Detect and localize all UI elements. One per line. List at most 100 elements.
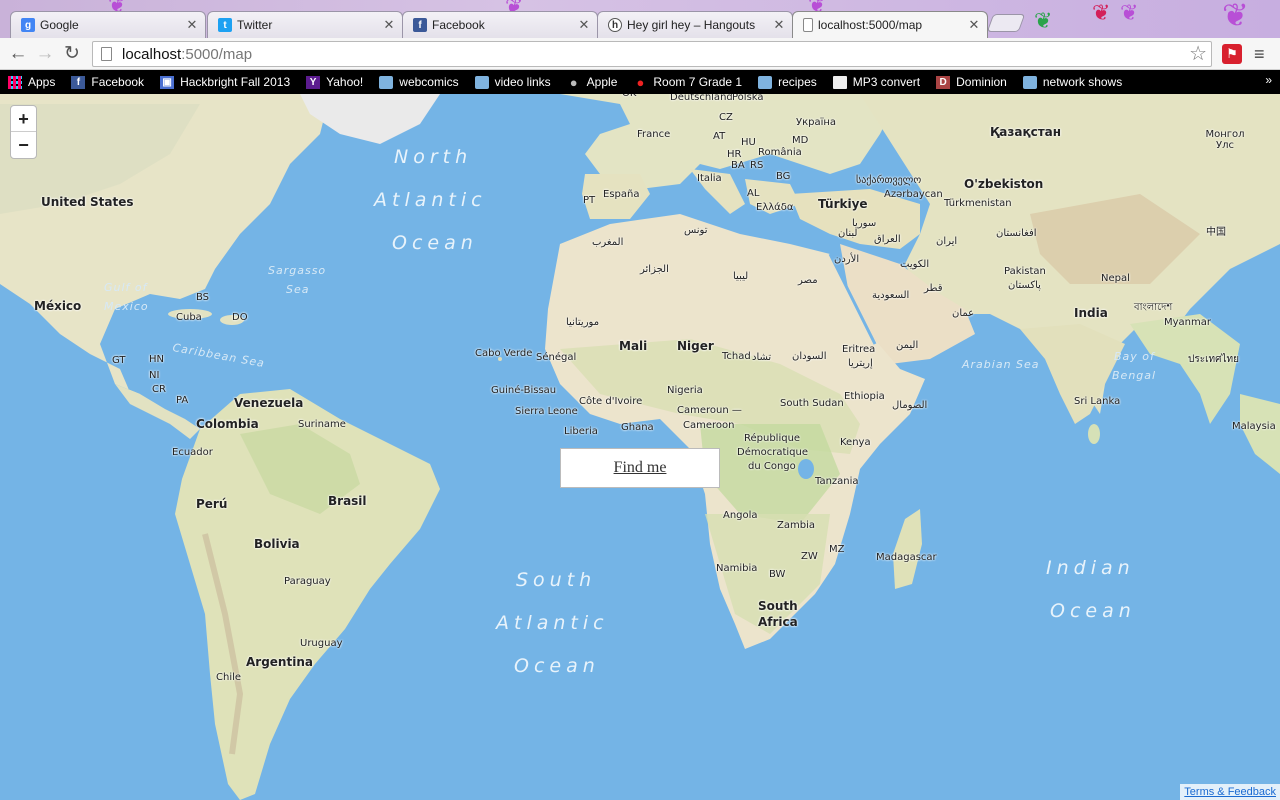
place-label: Україна bbox=[796, 117, 837, 128]
place-label: Azərbaycan bbox=[884, 189, 943, 200]
close-icon[interactable]: ✕ bbox=[577, 17, 591, 33]
place-label: Angola bbox=[723, 510, 758, 521]
bookmark-apple[interactable]: ● Apple bbox=[567, 74, 618, 90]
place-label: CR bbox=[152, 384, 166, 395]
place-label: Kenya bbox=[840, 437, 871, 448]
tab-google[interactable]: g Google ✕ bbox=[10, 11, 206, 38]
place-label: România bbox=[758, 147, 802, 158]
tab-label: Google bbox=[40, 18, 79, 32]
place-label: الكويت bbox=[900, 259, 930, 270]
place-label: South bbox=[758, 599, 798, 613]
bookmark-dominion[interactable]: D Dominion bbox=[936, 75, 1007, 89]
bookmark-label: Facebook bbox=[91, 75, 145, 89]
place-label: du Congo bbox=[748, 461, 796, 472]
place-label: MZ bbox=[829, 544, 845, 555]
place-label: Nepal bbox=[1101, 273, 1130, 284]
bookmark-facebook[interactable]: f Facebook bbox=[71, 75, 144, 89]
tab-twitter[interactable]: t Twitter ✕ bbox=[207, 11, 403, 38]
zoom-in-button[interactable]: + bbox=[11, 106, 36, 132]
bookmark-label: Apps bbox=[28, 75, 56, 89]
bookmark-recipes[interactable]: recipes bbox=[758, 75, 817, 89]
folder-icon bbox=[474, 75, 489, 89]
tab-hangouts[interactable]: h Hey girl hey – Hangouts ✕ bbox=[597, 11, 793, 38]
place-label: México bbox=[34, 299, 82, 313]
apps-icon bbox=[8, 75, 22, 89]
place-label: Guiné-Bissau bbox=[491, 385, 557, 396]
close-icon[interactable]: ✕ bbox=[772, 17, 786, 33]
place-label: Bolivia bbox=[254, 537, 300, 551]
ocean-label: North bbox=[394, 146, 473, 168]
tab-localhost-map[interactable]: localhost:5000/map ✕ bbox=[792, 11, 988, 38]
place-label: AL bbox=[747, 188, 760, 199]
bookmark-apps[interactable]: Apps bbox=[8, 75, 55, 89]
new-tab-button[interactable] bbox=[986, 14, 1026, 32]
place-label: پاکستان bbox=[1008, 280, 1041, 291]
place-label: Argentina bbox=[246, 655, 313, 669]
page-icon bbox=[803, 18, 813, 32]
bookmark-yahoo[interactable]: Y Yahoo! bbox=[306, 75, 363, 89]
place-label: Türkiye bbox=[818, 197, 868, 211]
butterfly-decoration-icon: ❦ bbox=[1222, 0, 1249, 33]
bookmark-label: Room 7 Grade 1 bbox=[653, 75, 743, 89]
yahoo-icon: Y bbox=[306, 75, 321, 89]
menu-icon[interactable]: ≡ bbox=[1254, 44, 1272, 64]
bookmark-network-shows[interactable]: network shows bbox=[1022, 75, 1122, 89]
bookmark-webcomics[interactable]: webcomics bbox=[379, 75, 459, 89]
bookmark-label: Hackbright Fall 2013 bbox=[180, 75, 291, 89]
place-label: Cameroun — bbox=[677, 405, 742, 416]
place-label: Mali bbox=[619, 339, 648, 353]
place-label: Монгол Улс bbox=[1205, 129, 1245, 151]
place-label: Malaysia bbox=[1232, 421, 1276, 432]
close-icon[interactable]: ✕ bbox=[185, 17, 199, 33]
apple-icon: ● bbox=[569, 74, 578, 90]
place-label: اليمن bbox=[896, 340, 919, 351]
zoom-out-button[interactable]: − bbox=[11, 132, 36, 158]
close-icon[interactable]: ✕ bbox=[967, 17, 981, 33]
place-label: Ethiopia bbox=[844, 391, 885, 402]
back-arrow-icon[interactable]: ← bbox=[6, 42, 30, 66]
place-label: BG bbox=[776, 171, 791, 182]
place-label: Zambia bbox=[777, 520, 815, 531]
place-label: ZW bbox=[801, 551, 818, 562]
place-label: الأردن bbox=[834, 254, 860, 265]
place-label: Deutschland bbox=[670, 94, 733, 103]
reload-icon[interactable]: ↻ bbox=[60, 42, 84, 66]
ocean-label: Ocean bbox=[1050, 600, 1136, 622]
place-label: PA bbox=[176, 395, 189, 406]
forward-arrow-icon[interactable]: → bbox=[33, 42, 57, 66]
close-icon[interactable]: ✕ bbox=[382, 17, 396, 33]
chevron-right-icon[interactable]: » bbox=[1265, 73, 1272, 87]
sea-label: Bay of bbox=[1114, 350, 1155, 363]
bookmark-mp3-convert[interactable]: MP3 convert bbox=[832, 75, 920, 89]
place-label: Қазақстан bbox=[990, 125, 1062, 139]
place-label: South Sudan bbox=[780, 398, 844, 409]
find-me-button[interactable]: Find me bbox=[560, 448, 720, 488]
bookmark-room7[interactable]: ● Room 7 Grade 1 bbox=[633, 75, 743, 90]
extension-flag-icon[interactable]: ⚑ bbox=[1222, 44, 1242, 64]
bookmark-hackbright[interactable]: ▣ Hackbright Fall 2013 bbox=[160, 75, 290, 89]
bookmark-star-icon[interactable]: ☆ bbox=[1189, 42, 1207, 66]
address-bar[interactable]: localhost:5000/map ☆ bbox=[92, 41, 1212, 67]
bookmark-label: webcomics bbox=[399, 75, 459, 89]
place-label: Cabo Verde bbox=[475, 348, 533, 359]
zoom-control: + − bbox=[10, 105, 37, 159]
dominion-icon: D bbox=[936, 75, 951, 89]
terms-feedback-link[interactable]: Terms & Feedback bbox=[1180, 784, 1280, 800]
place-label: Perú bbox=[196, 497, 228, 511]
place-label: العراق bbox=[874, 234, 901, 245]
place-label: Polska bbox=[732, 94, 764, 103]
tab-label: Twitter bbox=[237, 18, 273, 32]
tab-facebook[interactable]: f Facebook ✕ bbox=[402, 11, 598, 38]
bookmark-label: video links bbox=[494, 75, 551, 89]
place-label: المغرب bbox=[592, 237, 624, 248]
place-label: السودان bbox=[792, 351, 827, 362]
place-label: Tchad bbox=[722, 351, 751, 362]
hackbright-icon: ▣ bbox=[160, 75, 175, 89]
place-label: Suriname bbox=[298, 419, 346, 430]
place-label: United States bbox=[41, 195, 134, 209]
bookmark-video-links[interactable]: video links bbox=[474, 75, 551, 89]
place-label: DO bbox=[232, 312, 248, 323]
world-map[interactable]: North Atlantic Ocean South Atlantic Ocea… bbox=[0, 94, 1280, 800]
twitter-icon: t bbox=[218, 18, 232, 32]
place-label: 中国 bbox=[1206, 227, 1226, 238]
